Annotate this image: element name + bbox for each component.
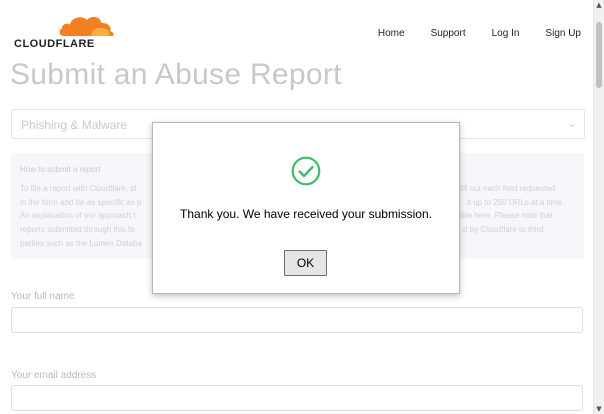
email-label: Your email address <box>11 370 97 381</box>
abuse-report-page: CLOUDFLARE Home Support Log In Sign Up S… <box>0 0 594 414</box>
instructions-line: parties such as the Lumen Databa <box>20 239 142 248</box>
report-type-value: Phishing & Malware <box>21 118 128 132</box>
instructions-line: in the form and be as specific as p <box>20 198 142 207</box>
page-title: Submit an Abuse Report <box>10 58 342 91</box>
nav-home-link[interactable]: Home <box>378 28 405 39</box>
instructions-line: able here. Please note that <box>457 211 553 220</box>
nav-support-link[interactable]: Support <box>431 28 466 39</box>
submission-dialog: Thank you. We have received your submiss… <box>152 122 460 294</box>
dialog-message: Thank you. We have received your submiss… <box>180 207 432 221</box>
scroll-down-arrow-icon[interactable]: ▼ <box>595 404 603 414</box>
instructions-line: An explanation of our approach t <box>20 211 136 220</box>
ok-button[interactable]: OK <box>284 250 327 276</box>
cloudflare-logo[interactable]: CLOUDFLARE <box>14 14 114 52</box>
nav-signup-link[interactable]: Sign Up <box>545 28 581 39</box>
full-name-label: Your full name <box>11 291 75 302</box>
instructions-line: To file a report with Cloudflare, pl <box>20 184 137 193</box>
instructions-line: it up to 250 URLs at a time. <box>467 198 564 207</box>
vertical-scrollbar[interactable]: ▲ ▼ <box>593 0 604 414</box>
full-name-input[interactable] <box>11 307 583 333</box>
chevron-down-icon: ⌄ <box>567 117 577 130</box>
top-nav: Home Support Log In Sign Up <box>352 28 581 39</box>
scroll-up-arrow-icon[interactable]: ▲ <box>595 0 603 10</box>
logo-wordmark: CLOUDFLARE <box>14 38 95 50</box>
nav-login-link[interactable]: Log In <box>492 28 520 39</box>
scrollbar-thumb[interactable] <box>596 22 602 88</box>
check-circle-icon <box>291 156 321 186</box>
instructions-title: How to submit a report <box>20 165 101 174</box>
instructions-line: d by Cloudflare to third <box>463 225 544 234</box>
instructions-line: reports submitted through this fo <box>20 225 135 234</box>
email-input[interactable] <box>11 385 583 411</box>
instructions-line: fill out each field requested <box>460 184 556 193</box>
cloud-icon <box>59 16 114 36</box>
